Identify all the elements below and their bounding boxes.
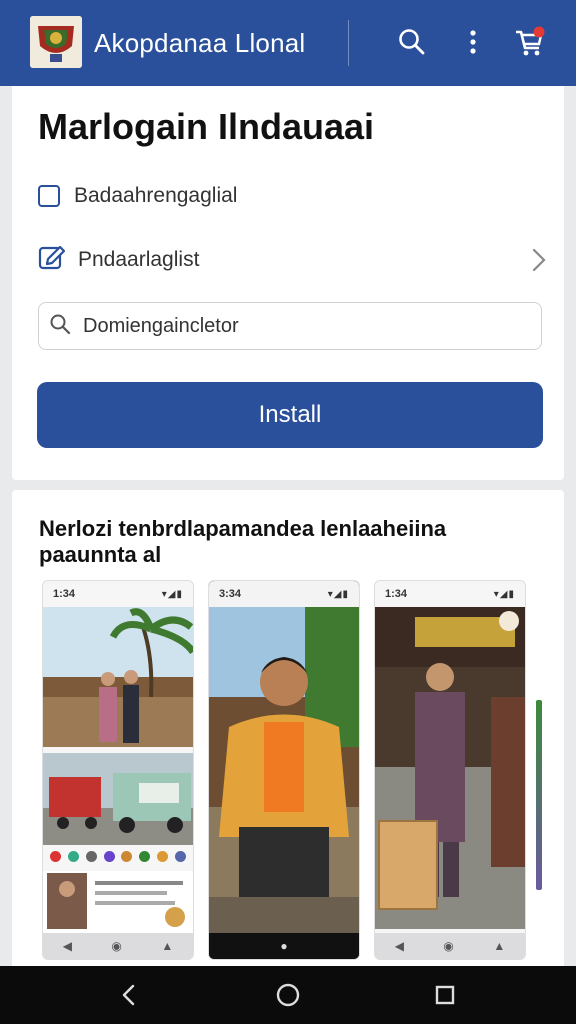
option2-label: Pndaarlaglist — [78, 248, 200, 271]
app-title: Akopdanaa Llonal — [94, 28, 306, 58]
chevron-right-icon — [532, 248, 546, 277]
screenshot-nav-bar: ◀ ◉ ▲ — [43, 933, 193, 959]
status-bar: 1:34 ▾◢▮ — [43, 581, 193, 607]
status-bar: 1:34 ▾◢▮ — [375, 581, 525, 607]
home-icon[interactable] — [273, 980, 303, 1010]
option-edit-row[interactable]: Pndaarlaglist — [38, 242, 550, 278]
more-vert-icon[interactable] — [455, 24, 491, 60]
status-bar: 3:34 ▾◢▮ — [209, 581, 359, 607]
search-field[interactable] — [38, 302, 542, 350]
pencil-icon — [38, 244, 66, 277]
badge-row — [43, 851, 193, 862]
search-input[interactable] — [81, 313, 505, 339]
screenshots-card: Nerlozi tenbrdlapamandea lenlaaheiina pa… — [12, 490, 564, 966]
status-icons: ▾◢▮ — [161, 588, 183, 600]
screenshot-2[interactable]: 3:34 ▾◢▮ ● — [208, 580, 360, 960]
search-icon — [49, 313, 71, 340]
page-title: Marlogain Ilndauaai — [38, 106, 375, 147]
search-icon[interactable] — [394, 24, 430, 60]
status-icons: ▾◢▮ — [327, 588, 349, 600]
appbar-divider — [348, 20, 349, 66]
option-checkbox-row[interactable]: Badaahrengaglial — [38, 178, 550, 214]
screenshot-nav-bar: ◀ ◉ ▲ — [375, 933, 525, 959]
option1-label: Badaahrengaglial — [74, 184, 238, 207]
news-card-thumbnail — [43, 871, 193, 933]
back-icon[interactable] — [114, 980, 144, 1010]
app-logo[interactable] — [30, 16, 82, 68]
app-bar: Akopdanaa Llonal — [0, 0, 576, 86]
cart-icon[interactable] — [512, 24, 548, 60]
screenshots-title: Nerlozi tenbrdlapamandea lenlaaheiina pa… — [39, 516, 447, 567]
screenshot-1[interactable]: 1:34 ▾◢▮ ◀ ◉ ▲ — [42, 580, 194, 960]
screenshot-4-peek — [536, 700, 542, 890]
recents-icon[interactable] — [430, 980, 460, 1010]
status-time: 1:34 — [53, 588, 76, 600]
smiling-man-photo — [209, 607, 359, 935]
screenshot-3[interactable]: 1:34 ▾◢▮ ◀ ◉ ▲ — [374, 580, 526, 960]
screenshot-nav-bar: ● — [209, 933, 359, 959]
street-scene-photo — [375, 607, 525, 929]
install-button[interactable]: Install — [37, 382, 543, 448]
status-time: 3:34 — [219, 588, 242, 600]
system-nav-bar — [0, 966, 576, 1024]
truck-photo — [43, 753, 193, 845]
details-card: Marlogain Ilndauaai Badaahrengaglial Pnd… — [12, 86, 564, 480]
checkbox[interactable] — [38, 185, 60, 207]
status-time: 1:34 — [385, 588, 408, 600]
status-icons: ▾◢▮ — [493, 588, 515, 600]
village-couple-photo — [43, 607, 193, 747]
